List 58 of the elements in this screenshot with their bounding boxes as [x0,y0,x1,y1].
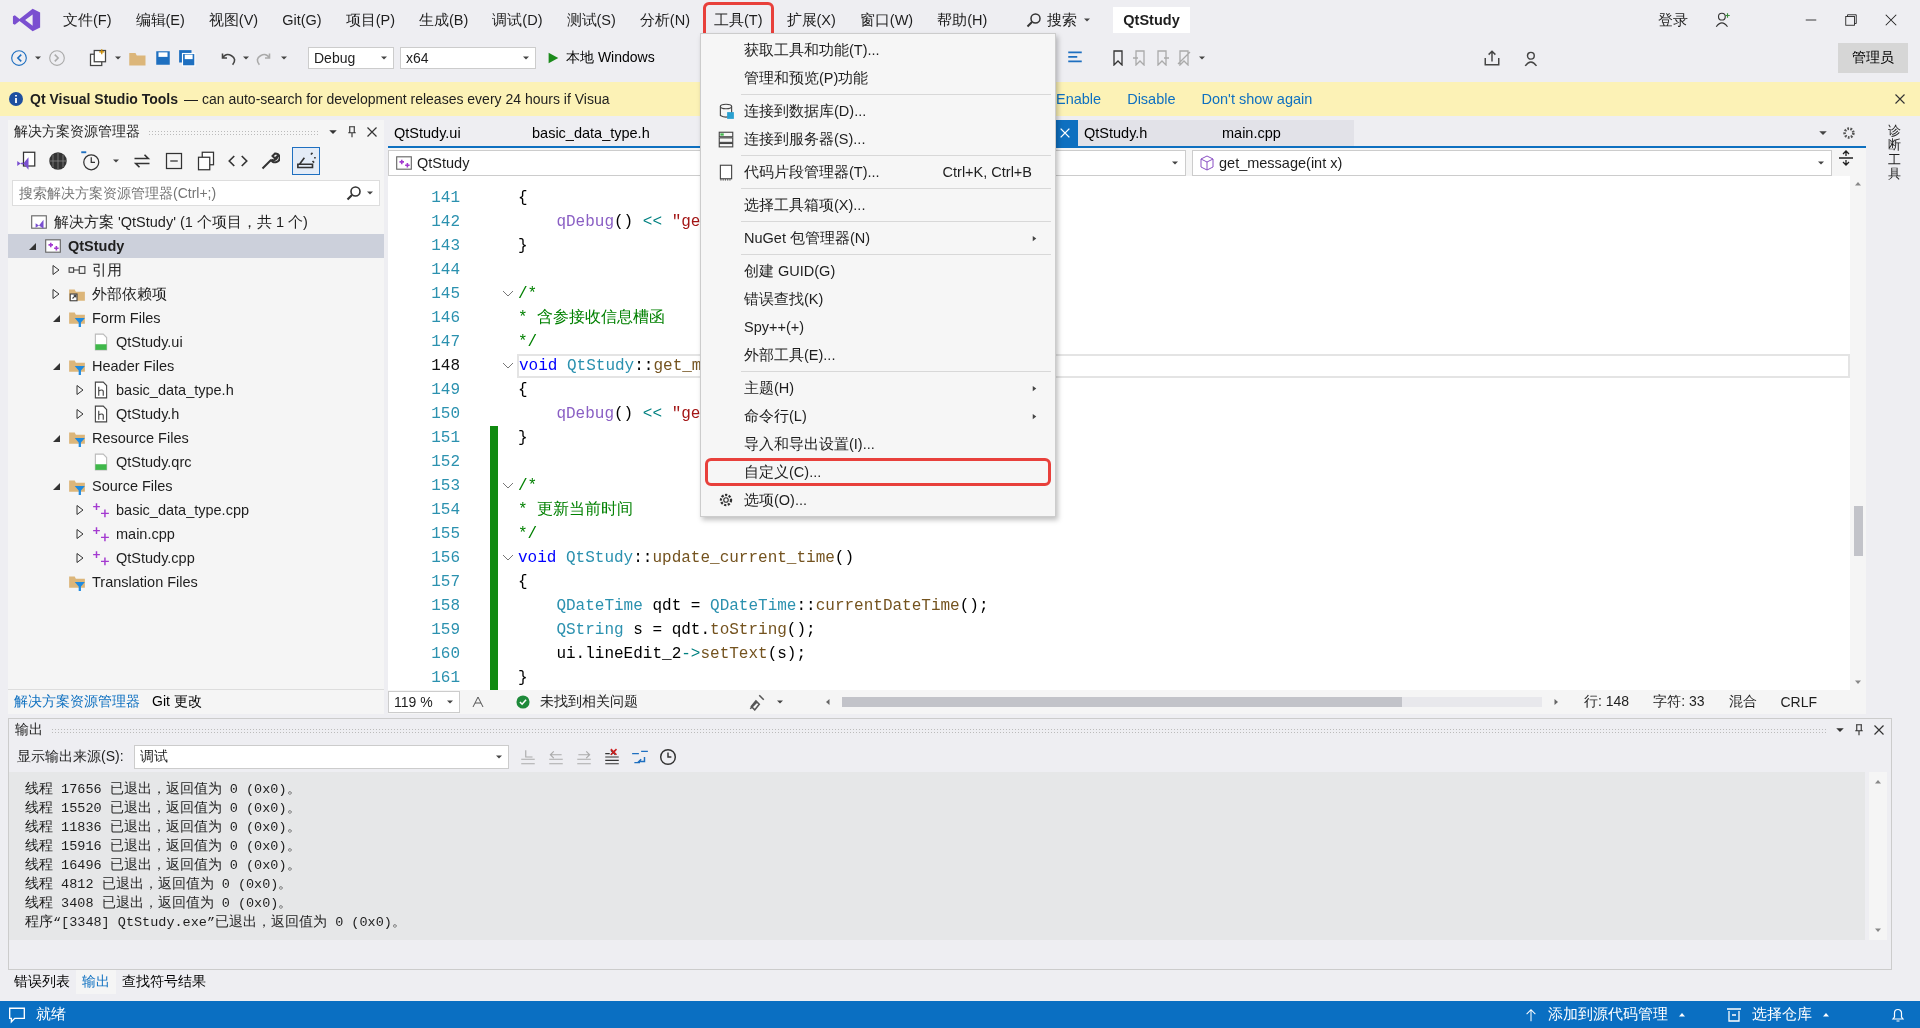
line-number: 147 [430,333,460,351]
panel-title: 解决方案资源管理器 [14,123,140,141]
code-line: } [518,669,528,687]
line-number: 151 [430,429,460,447]
line-number: 158 [430,597,460,615]
solution-title: QtStudy [1113,7,1190,33]
line-indicator: 行: 148 [1584,693,1630,711]
line-number: 159 [430,621,460,639]
line-number: 160 [430,645,460,663]
line-number: 143 [430,237,460,255]
source-label: 显示输出来源(S): [17,748,124,767]
code-line: */ [518,525,538,543]
line-number: 153 [430,477,460,495]
infobar-message: — can auto-search for development releases every 24 hours if Visua [184,91,610,107]
output-line: 线程 4812 已退出，返回值为 0 (0x0)。 [25,875,294,895]
code-line: void QtStudy::update_current_time() [518,549,855,567]
line-number: 144 [430,261,460,279]
code-line: qDebug() << "ge [555,213,701,231]
code-line: * 含参接收信息槽函 [518,309,666,327]
line-number: 150 [430,405,460,423]
line-number: 155 [430,525,460,543]
code-line: { [518,381,528,399]
code-line: QString s = qdt.toString(); [555,621,816,639]
code-line: qDebug() << "ge [555,405,701,423]
output-line: 程序“[3348] QtStudy.exe”已退出，返回值为 0 (0x0)。 [25,913,407,933]
line-number: 145 [430,285,460,303]
line-number: 154 [430,501,460,519]
line-number: 141 [430,189,460,207]
output-line: 线程 15520 已退出，返回值为 0 (0x0)。 [25,799,302,819]
status-text: 就绪 [36,1005,66,1024]
line-number: 156 [430,549,460,567]
code-line: QDateTime qdt = QDateTime::currentDateTime(); [555,597,989,615]
line-number: 148 [430,357,460,375]
output-line: 线程 15916 已退出，返回值为 0 (0x0)。 [25,837,302,857]
line-number: 142 [430,213,460,231]
column-indicator: 字符: 33 [1653,693,1705,711]
code-line: ui.lineEdit_2->setText(s); [555,645,807,663]
issues-status: 未找到相关问题 [540,693,638,711]
line-number: 149 [430,381,460,399]
code-line: { [518,573,528,591]
output-line: 线程 17656 已退出，返回值为 0 (0x0)。 [25,780,302,800]
code-line: * 更新当前时间 [518,501,634,519]
output-line: 线程 3408 已退出，返回值为 0 (0x0)。 [25,894,294,914]
line-number: 152 [430,453,460,471]
code-line: { [518,189,528,207]
panel-title: 输出 [15,721,43,740]
code-line: } [518,237,528,255]
line-number: 146 [430,309,460,327]
infobar-title: Qt Visual Studio Tools [30,91,179,107]
code-line: void QtStudy::get_m [519,357,702,375]
code-line: } [518,429,528,447]
code-line: */ [518,333,538,351]
line-number: 157 [430,573,460,591]
line-number: 161 [430,669,460,687]
output-line: 线程 11836 已退出，返回值为 0 (0x0)。 [25,818,302,838]
output-line: 线程 16496 已退出，返回值为 0 (0x0)。 [25,856,302,876]
code-line: /* [518,477,538,495]
code-line: /* [518,285,538,303]
